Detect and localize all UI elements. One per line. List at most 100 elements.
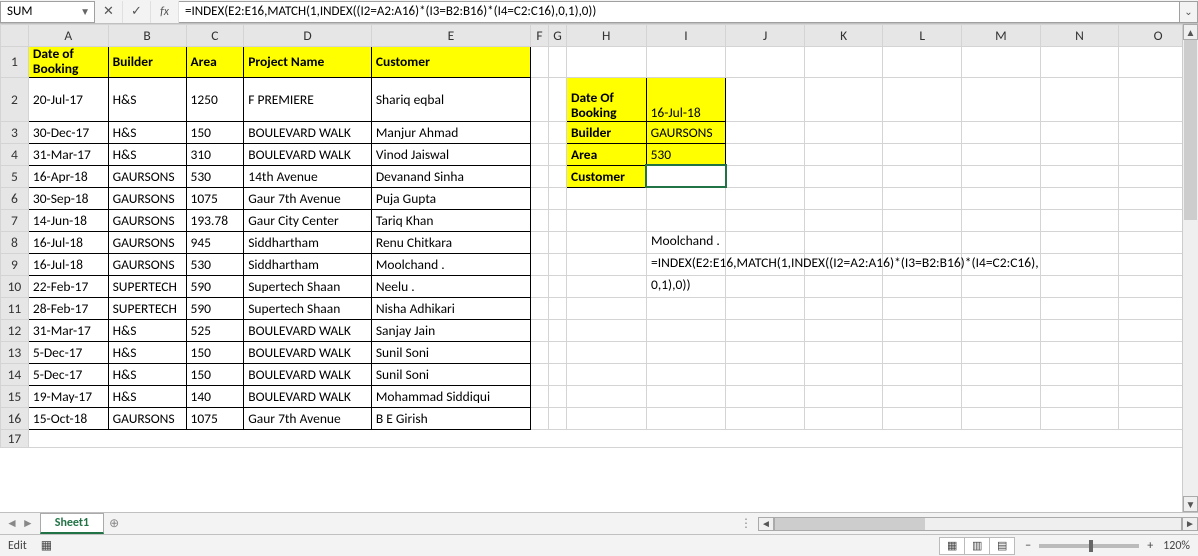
cell[interactable]: 20-Jul-17	[28, 77, 108, 121]
cell[interactable]: Gaur 7th Avenue	[244, 187, 372, 209]
hscroll-thumb[interactable]	[775, 518, 925, 530]
cell[interactable]: 31-Mar-17	[28, 319, 108, 341]
cell[interactable]	[531, 165, 549, 187]
cell[interactable]: Sunil Soni	[371, 341, 530, 363]
cell[interactable]	[646, 187, 726, 209]
cell[interactable]: 150	[186, 363, 244, 385]
cell[interactable]	[1040, 319, 1119, 341]
sheet-tab-active[interactable]: Sheet1	[40, 513, 104, 534]
cell[interactable]: 14th Avenue	[244, 165, 372, 187]
cell[interactable]: Vinod Jaiswal	[371, 143, 530, 165]
cell[interactable]	[962, 121, 1041, 143]
cell[interactable]	[804, 165, 883, 187]
cell[interactable]	[566, 341, 646, 363]
cell[interactable]	[531, 231, 549, 253]
cell[interactable]	[726, 165, 805, 187]
cell[interactable]: 30-Dec-17	[28, 121, 108, 143]
cell[interactable]: SUPERTECH	[108, 297, 186, 319]
zoom-slider[interactable]	[1039, 544, 1139, 548]
cell[interactable]	[726, 407, 805, 429]
cell[interactable]	[883, 341, 962, 363]
cell[interactable]	[962, 341, 1041, 363]
cancel-formula-button[interactable]: ✕	[95, 1, 123, 23]
cell[interactable]	[548, 231, 566, 253]
cell[interactable]	[1040, 165, 1119, 187]
cell[interactable]	[548, 363, 566, 385]
cell[interactable]	[566, 187, 646, 209]
cell[interactable]	[548, 47, 566, 78]
cell[interactable]: F PREMIERE	[244, 77, 372, 121]
vscroll-track[interactable]	[1183, 40, 1198, 496]
cell[interactable]: 15-Oct-18	[28, 407, 108, 429]
cell[interactable]: Date of Booking	[28, 47, 108, 78]
cell[interactable]	[883, 187, 962, 209]
cell[interactable]: Neelu .	[371, 275, 530, 297]
cell[interactable]	[726, 297, 805, 319]
cell[interactable]: Shariq eqbal	[371, 77, 530, 121]
cell[interactable]: Nisha Adhikari	[371, 297, 530, 319]
cell[interactable]: 14-Jun-18	[28, 209, 108, 231]
cell[interactable]	[883, 231, 962, 253]
cell[interactable]	[726, 77, 805, 121]
row-7-header[interactable]: 7	[1, 209, 29, 231]
cell[interactable]	[531, 319, 549, 341]
cell[interactable]: Sunil Soni	[371, 363, 530, 385]
cell[interactable]: 31-Mar-17	[28, 143, 108, 165]
cell[interactable]	[804, 209, 883, 231]
row-14-header[interactable]: 14	[1, 363, 29, 385]
cell[interactable]	[1040, 253, 1119, 275]
cell[interactable]	[646, 231, 726, 253]
row-10-header[interactable]: 10	[1, 275, 29, 297]
cell[interactable]: 193.78	[186, 209, 244, 231]
view-page-layout-button[interactable]: ▥	[964, 537, 990, 555]
cell[interactable]	[548, 407, 566, 429]
view-normal-button[interactable]: ▦	[939, 537, 965, 555]
cell[interactable]	[726, 363, 805, 385]
cell[interactable]: 590	[186, 275, 244, 297]
row-2-header[interactable]: 2	[1, 77, 29, 121]
cell[interactable]: BOULEVARD WALK	[244, 385, 372, 407]
cell[interactable]	[548, 187, 566, 209]
col-M[interactable]: M	[962, 25, 1041, 47]
cell[interactable]	[566, 363, 646, 385]
cell[interactable]	[548, 341, 566, 363]
cell[interactable]: 5-Dec-17	[28, 341, 108, 363]
chevron-down-icon[interactable]: ▼	[80, 5, 90, 18]
cell[interactable]	[646, 297, 726, 319]
cell[interactable]: 590	[186, 297, 244, 319]
tab-nav-next-icon[interactable]: ►	[22, 516, 34, 531]
row-6-header[interactable]: 6	[1, 187, 29, 209]
cell[interactable]	[1040, 47, 1119, 78]
cell[interactable]	[531, 341, 549, 363]
cell[interactable]: BOULEVARD WALK	[244, 319, 372, 341]
cell[interactable]	[1040, 275, 1119, 297]
cell[interactable]	[548, 77, 566, 121]
cell[interactable]: H&S	[108, 121, 186, 143]
cell[interactable]: 530	[186, 253, 244, 275]
cell[interactable]	[962, 231, 1041, 253]
cell[interactable]	[548, 275, 566, 297]
cell[interactable]	[962, 275, 1041, 297]
macro-record-icon[interactable]: ▦	[41, 538, 52, 553]
cell[interactable]: H&S	[108, 77, 186, 121]
tab-nav-prev-icon[interactable]: ◄	[6, 516, 18, 531]
cell[interactable]	[548, 385, 566, 407]
lookup-label-builder[interactable]: Builder	[566, 121, 646, 143]
worksheet-grid[interactable]: A B C D E F G H I J K L M N O 1 Date of …	[0, 24, 1198, 512]
lookup-result-cell[interactable]	[646, 165, 726, 187]
cell[interactable]	[726, 121, 805, 143]
cell[interactable]	[646, 209, 726, 231]
cell[interactable]: 150	[186, 341, 244, 363]
cell[interactable]: Area	[186, 47, 244, 78]
name-box[interactable]: SUM ▼	[0, 1, 95, 23]
col-C[interactable]: C	[186, 25, 244, 47]
cell[interactable]	[883, 297, 962, 319]
cell[interactable]	[1040, 341, 1119, 363]
cell[interactable]	[566, 209, 646, 231]
cell[interactable]	[726, 275, 805, 297]
cell[interactable]	[726, 143, 805, 165]
cell[interactable]: 28-Feb-17	[28, 297, 108, 319]
cell[interactable]: GAURSONS	[108, 231, 186, 253]
cell[interactable]: 1075	[186, 407, 244, 429]
cell[interactable]	[531, 407, 549, 429]
